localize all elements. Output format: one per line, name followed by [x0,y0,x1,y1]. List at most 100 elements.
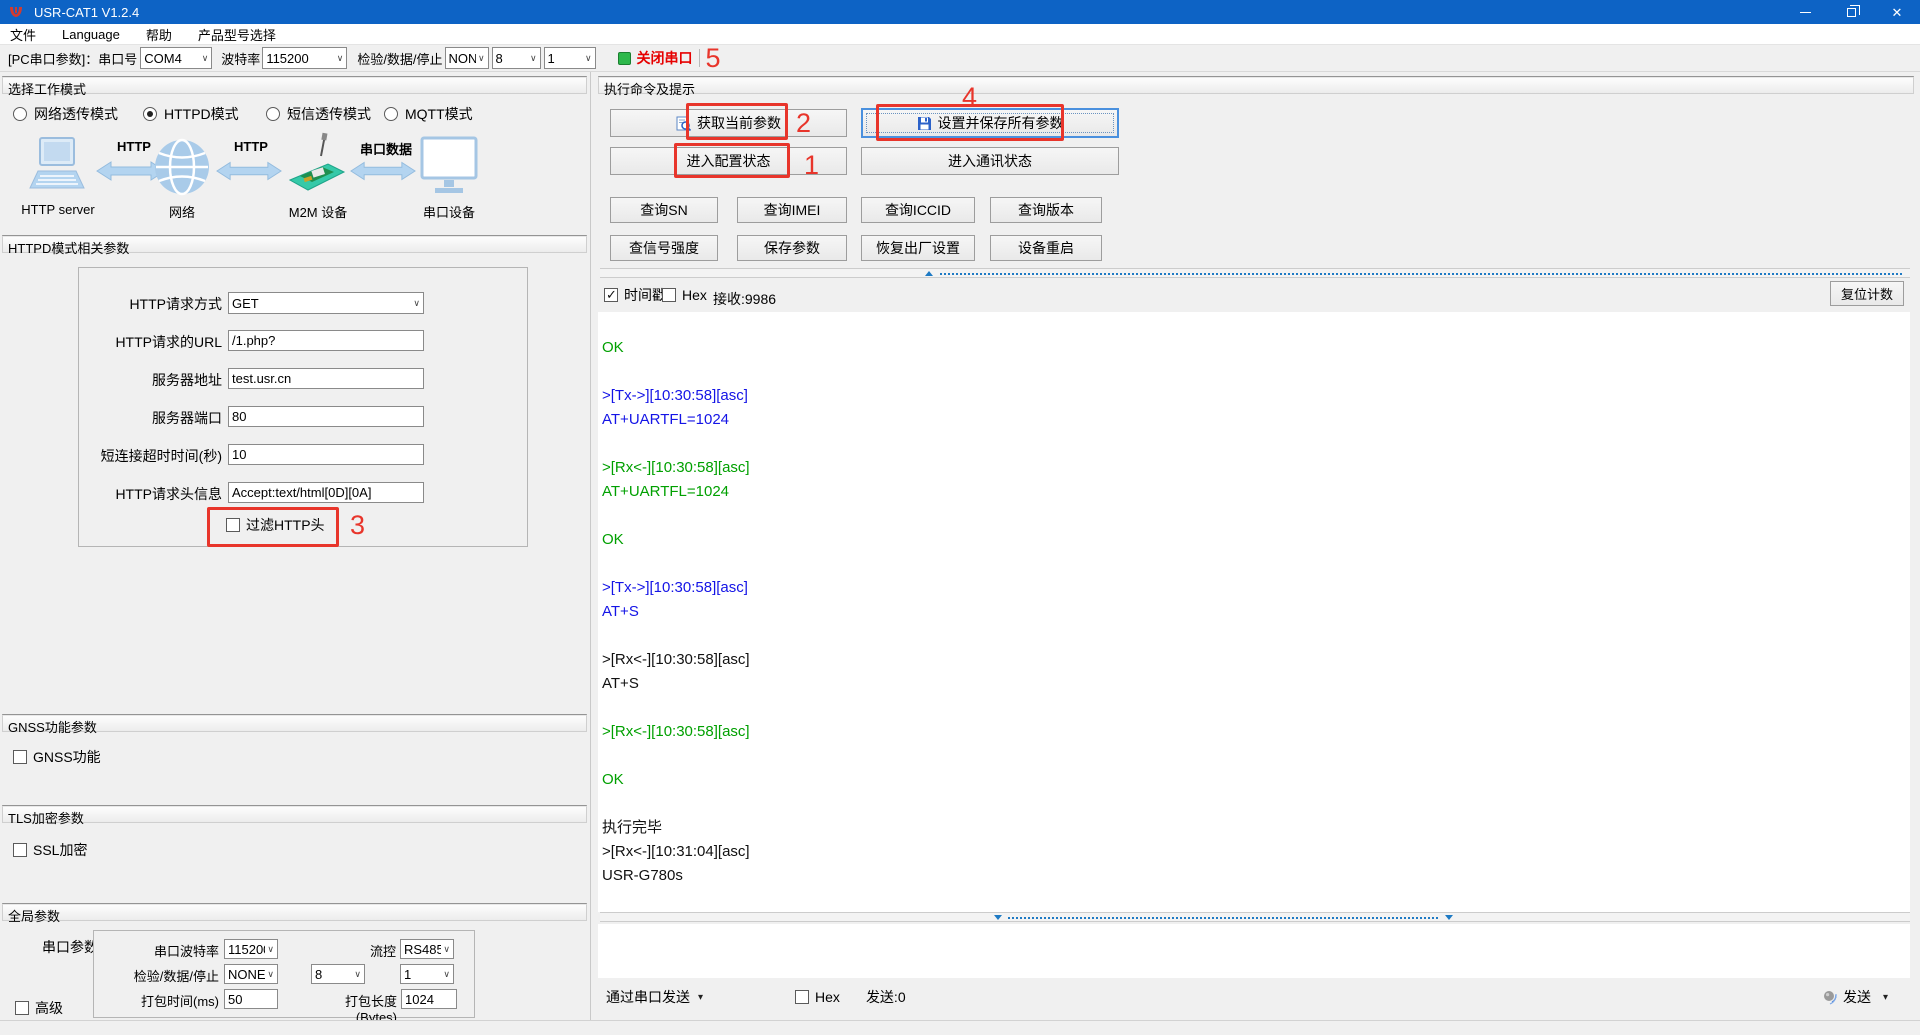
toolbar-separator [699,49,700,67]
minimize-icon [1800,12,1811,13]
global-databits-select[interactable]: 8∨ [311,964,365,984]
query-sn-button[interactable]: 查询SN [610,197,718,223]
menubar: 文件 Language 帮助 产品型号选择 [0,24,1920,45]
send-controls-row: 通过串口发送 ▾ Hex 发送:0 发送 ▾ [596,982,1914,1012]
radio-label: 短信透传模式 [287,104,371,124]
global-parity-select[interactable]: NONE∨ [224,964,278,984]
close-button[interactable]: ✕ [1874,0,1920,24]
diagram-node-label: M2M 设备 [276,202,360,221]
send-via-dropdown[interactable]: 通过串口发送 [606,987,690,1007]
pc-serial-label: [PC串口参数]：串口号 [8,49,137,68]
stopbits-select[interactable]: 1∨ [544,47,596,69]
checkbox-icon [15,1001,29,1015]
query-version-button[interactable]: 查询版本 [990,197,1102,223]
baud-label: 波特率 [221,49,260,68]
restore-button[interactable] [1828,0,1874,24]
http-method-select[interactable]: GET∨ [228,292,424,314]
annotation-4: 4 [962,84,977,111]
recv-count-label: 接收:9986 [713,289,776,309]
global-baud-select[interactable]: 115200∨ [224,939,278,959]
send-input-area[interactable] [598,924,1910,978]
recv-hex-checkbox[interactable]: Hex [662,287,707,303]
diagram-node-label: HTTP server [10,202,106,217]
minimize-button[interactable] [1782,0,1828,24]
enter-comm-button[interactable]: 进入通讯状态 [861,147,1119,175]
databits-select[interactable]: 8∨ [492,47,541,69]
set-save-params-button[interactable]: 设置并保存所有参数 [861,108,1119,138]
factory-reset-button[interactable]: 恢复出厂设置 [861,235,975,261]
global-section-header: 全局参数 [2,903,587,921]
radio-icon [13,107,27,121]
log-area[interactable]: OK >[Tx->][10:30:58][asc]AT+UARTFL=1024 … [598,312,1910,912]
radio-icon [143,107,157,121]
chevron-down-icon: ∨ [265,969,274,980]
timeout-input[interactable] [228,444,424,465]
ssl-checkbox[interactable]: SSL加密 [13,842,87,858]
server-address-input[interactable] [228,368,424,389]
baud-select[interactable]: 115200∨ [262,47,347,69]
send-hex-checkbox[interactable]: Hex [795,989,840,1005]
radio-label: HTTPD模式 [164,104,239,124]
reset-count-button[interactable]: 复位计数 [1830,281,1904,306]
query-iccid-button[interactable]: 查询ICCID [861,197,975,223]
global-stopbits-select[interactable]: 1∨ [400,964,454,984]
chevron-down-icon: ∨ [528,53,537,64]
com-port-select[interactable]: COM4∨ [140,47,212,69]
server-port-input[interactable] [228,406,424,427]
menu-language[interactable]: Language [62,27,120,42]
chevron-down-icon: ∨ [200,53,209,64]
log-line: >[Rx<-][10:31:04][asc] [602,840,1910,864]
radio-net-passthrough[interactable]: 网络透传模式 [13,105,118,123]
close-serial-button[interactable]: 关闭串口 [637,48,693,68]
radio-icon [384,107,398,121]
log-line: >[Rx<-][10:30:58][asc] [602,456,1910,480]
query-imei-button[interactable]: 查询IMEI [737,197,847,223]
diagram-link-label: HTTP [216,139,286,154]
splitter-dots [1008,917,1438,919]
save-params-button[interactable]: 保存参数 [737,235,847,261]
diagram-link-label: 串口数据 [350,139,422,158]
diagram-node-label: 网络 [154,202,210,221]
http-url-input[interactable] [228,330,424,351]
window-footer [0,1020,1920,1035]
flow-control-select[interactable]: RS485∨ [400,939,454,959]
pack-length-input[interactable] [401,989,457,1009]
serial-params-label: 串口参数 [42,937,98,957]
splitter-down-icon [994,915,1002,920]
chevron-down-icon: ∨ [441,969,450,980]
filter-http-header-checkbox[interactable]: 过滤HTTP头 [226,517,325,533]
gnss-checkbox[interactable]: GNSS功能 [13,749,101,765]
radio-httpd-mode[interactable]: HTTPD模式 [143,105,239,123]
send-button[interactable]: 发送 ▾ [1822,987,1888,1007]
radio-label: MQTT模式 [405,104,473,124]
chevron-down-icon: ∨ [583,53,592,64]
menu-file[interactable]: 文件 [10,25,36,44]
app-logo-icon [8,4,24,20]
gnss-section-header: GNSS功能参数 [2,714,587,732]
query-signal-button[interactable]: 查信号强度 [610,235,718,261]
timestamp-checkbox[interactable]: 时间戳 [604,287,666,303]
pack-time-input[interactable] [224,989,278,1009]
http-header-input[interactable] [228,482,424,503]
send-count-label: 发送:0 [866,987,906,1007]
field-label: 服务器地址 [40,370,222,390]
app-window: USR-CAT1 V1.2.4 ✕ 文件 Language 帮助 产品型号选择 … [0,0,1920,1035]
device-reboot-button[interactable]: 设备重启 [990,235,1102,261]
advanced-checkbox[interactable]: 高级 [15,1000,63,1016]
radio-mqtt-mode[interactable]: MQTT模式 [384,105,473,123]
checkbox-icon [662,288,676,302]
parity-select[interactable]: NONI∨ [445,47,489,69]
settings-panel: 选择工作模式 网络透传模式 HTTPD模式 短信透传模式 MQTT模式 [0,72,591,1020]
chevron-down-icon: ∨ [476,53,485,64]
get-params-button[interactable]: 获取当前参数 [610,109,847,137]
double-arrow-icon [350,160,416,182]
checkbox-icon [13,750,27,764]
menu-product-model[interactable]: 产品型号选择 [198,25,276,44]
log-line: OK [602,528,1910,552]
log-top-splitter[interactable] [600,268,1910,278]
field-label: 打包时间(ms) [112,991,219,1010]
radio-sms-passthrough[interactable]: 短信透传模式 [266,105,371,123]
menu-help[interactable]: 帮助 [146,25,172,44]
log-bottom-splitter[interactable] [600,912,1910,922]
command-panel: 执行命令及提示 获取当前参数 设置并保存所有参数 进入配置状态 [596,72,1920,1020]
